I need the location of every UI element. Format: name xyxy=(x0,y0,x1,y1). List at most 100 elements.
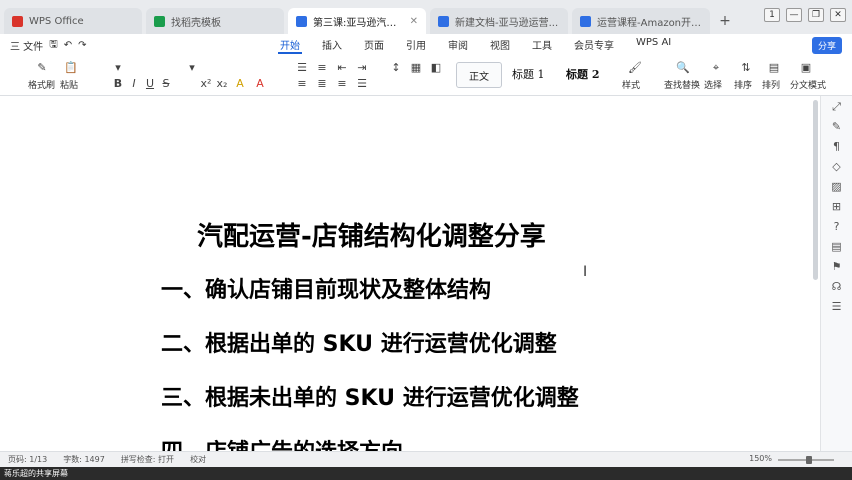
zoom-slider-handle[interactable] xyxy=(806,456,812,464)
strikethrough-icon[interactable]: S xyxy=(160,78,172,90)
document-line-2[interactable]: 二、根据出单的 SKU 进行运营优化调整 xyxy=(161,326,557,358)
menu-tab-home[interactable]: 开始 xyxy=(278,37,302,54)
image-icon[interactable]: ▨ xyxy=(830,180,844,194)
indent-increase-icon[interactable]: ⇥ xyxy=(356,62,368,74)
tab-wps[interactable]: WPS Office xyxy=(4,8,142,34)
tab-templates[interactable]: 找稻壳模板 xyxy=(146,8,284,34)
document-line-3[interactable]: 三、根据未出单的 SKU 进行运营优化调整 xyxy=(161,380,579,412)
tab-label: 找稻壳模板 xyxy=(171,17,221,29)
font-size-dropdown[interactable]: ▾ xyxy=(186,62,198,74)
paste-label[interactable]: 粘贴 xyxy=(60,78,78,91)
text-mode-label[interactable]: 分文模式 xyxy=(790,78,826,91)
line-spacing-icon[interactable]: ↕ xyxy=(390,62,402,74)
help-icon[interactable]: ? xyxy=(830,220,844,234)
page-indicator[interactable]: 页码: 1/13 xyxy=(8,454,47,465)
numbered-list-icon[interactable]: ≡ xyxy=(316,62,328,74)
word-count[interactable]: 字数: 1497 xyxy=(63,454,105,465)
select-label[interactable]: 选择 xyxy=(704,78,722,91)
paste-icon[interactable]: 📋 xyxy=(64,62,78,74)
grid-icon[interactable]: ⊞ xyxy=(830,200,844,214)
screen-share-banner: 蒋乐超的共享屏幕 xyxy=(0,467,852,480)
right-sidebar: ⤢ ✎ ¶ ◇ ▨ ⊞ ? ▤ ⚑ ☊ ☰ xyxy=(820,96,852,451)
align-left-icon[interactable]: ≡ xyxy=(296,78,308,90)
menu-tab-member[interactable]: 会员专享 xyxy=(572,37,616,54)
sort-label[interactable]: 排序 xyxy=(734,78,752,91)
browser-tab-bar: WPS Office 找稻壳模板 第三课:亚马逊汽配运营思路 ✕ 新建文档-亚马… xyxy=(0,0,852,34)
document-title[interactable]: 汽配运营-店铺结构化调整分享 xyxy=(197,216,546,253)
layout-label[interactable]: 排列 xyxy=(762,78,780,91)
style-icon[interactable]: 🖌 xyxy=(628,62,642,74)
border-icon[interactable]: ▦ xyxy=(410,62,422,74)
spell-check-status[interactable]: 拼写检查: 打开 xyxy=(121,454,174,465)
select-icon[interactable]: ⌖ xyxy=(710,62,722,74)
outline-icon[interactable]: ☰ xyxy=(830,300,844,314)
maximize-button[interactable]: ❐ xyxy=(808,8,824,22)
menu-tab-insert[interactable]: 插入 xyxy=(320,37,344,54)
tab-document-active[interactable]: 第三课:亚马逊汽配运营思路 ✕ xyxy=(288,8,426,34)
shape-icon[interactable]: ◇ xyxy=(830,160,844,174)
headset-icon[interactable]: ☊ xyxy=(830,280,844,294)
document-line-1[interactable]: 一、确认店铺目前现状及整体结构 xyxy=(161,272,491,304)
close-button[interactable]: ✕ xyxy=(830,8,846,22)
style-heading-1[interactable]: 标题 1 xyxy=(512,66,545,82)
close-icon[interactable]: ✕ xyxy=(410,16,418,27)
bookmark-icon[interactable]: ⚑ xyxy=(830,260,844,274)
align-right-icon[interactable]: ≡ xyxy=(336,78,348,90)
format-icon[interactable]: ¶ xyxy=(830,140,844,154)
style-label[interactable]: 样式 xyxy=(622,78,640,91)
scrollbar-thumb[interactable] xyxy=(813,100,818,280)
share-button[interactable]: 分享 xyxy=(811,37,842,54)
highlight-icon[interactable]: A xyxy=(234,78,246,90)
shading-icon[interactable]: ◧ xyxy=(430,62,442,74)
document-line-4[interactable]: 四、店铺广告的选择方向 xyxy=(161,434,403,451)
tab-label: 运营课程-Amazon开店运营 xyxy=(597,17,702,29)
menu-tab-page[interactable]: 页面 xyxy=(362,37,386,54)
find-replace-label[interactable]: 查找替换 xyxy=(664,78,700,91)
layout-icon[interactable]: ▤ xyxy=(768,62,780,74)
ribbon-toolbar: ✎ 格式刷 📋 粘贴 ▾ B I U S ▾ x² x₂ A A ☰ ≡ ⇤ ⇥… xyxy=(0,56,852,96)
sort-icon[interactable]: ⇅ xyxy=(740,62,752,74)
bold-icon[interactable]: B xyxy=(112,78,124,90)
new-tab-button[interactable]: + xyxy=(714,8,736,34)
tab-label: 新建文档-亚马逊运营... xyxy=(455,17,559,29)
bullet-list-icon[interactable]: ☰ xyxy=(296,62,308,74)
document-page[interactable]: 汽配运营-店铺结构化调整分享 一、确认店铺目前现状及整体结构 二、根据出单的 S… xyxy=(0,96,820,451)
text-mode-icon[interactable]: ▣ xyxy=(800,62,812,74)
menu-tab-review[interactable]: 审阅 xyxy=(446,37,470,54)
expand-icon[interactable]: ⤢ xyxy=(830,100,844,114)
indent-decrease-icon[interactable]: ⇤ xyxy=(336,62,348,74)
style-normal[interactable]: 正文 xyxy=(456,62,502,88)
superscript-icon[interactable]: x² xyxy=(200,78,212,90)
format-painter-label[interactable]: 格式刷 xyxy=(28,78,55,91)
screen-share-label: 蒋乐超的共享屏幕 xyxy=(4,469,68,478)
tab-document-3[interactable]: 运营课程-Amazon开店运营 xyxy=(572,8,710,34)
style-heading-2[interactable]: 标题 2 xyxy=(566,66,599,82)
doc-icon xyxy=(438,15,449,27)
menu-tab-reference[interactable]: 引用 xyxy=(404,37,428,54)
search-icon[interactable]: 🔍 xyxy=(676,62,690,74)
redo-icon[interactable]: ↷ xyxy=(78,40,86,51)
underline-icon[interactable]: U xyxy=(144,78,156,90)
subscript-icon[interactable]: x₂ xyxy=(216,78,228,90)
proofread-label[interactable]: 校对 xyxy=(190,454,206,465)
menu-tab-wps-ai[interactable]: WPS AI xyxy=(634,37,673,54)
menu-tab-view[interactable]: 视图 xyxy=(488,37,512,54)
minimize-button[interactable]: — xyxy=(786,8,802,22)
table-icon[interactable]: ▤ xyxy=(830,240,844,254)
undo-icon[interactable]: ↶ xyxy=(64,40,72,51)
tab-document-2[interactable]: 新建文档-亚马逊运营... xyxy=(430,8,568,34)
zoom-level[interactable]: 150% xyxy=(749,454,772,463)
justify-icon[interactable]: ☰ xyxy=(356,78,368,90)
edit-icon[interactable]: ✎ xyxy=(830,120,844,134)
doc-icon xyxy=(296,15,307,27)
file-menu[interactable]: 三 文件 xyxy=(10,38,43,53)
align-center-icon[interactable]: ≣ xyxy=(316,78,328,90)
save-icon[interactable]: 🖫 xyxy=(49,37,58,54)
account-button[interactable]: 1 xyxy=(764,8,780,22)
italic-icon[interactable]: I xyxy=(128,78,140,90)
menu-tab-tools[interactable]: 工具 xyxy=(530,37,554,54)
format-painter-icon[interactable]: ✎ xyxy=(36,62,48,74)
font-family-dropdown[interactable]: ▾ xyxy=(112,62,124,74)
text-cursor-icon: I xyxy=(583,264,588,280)
font-color-icon[interactable]: A xyxy=(254,78,266,90)
